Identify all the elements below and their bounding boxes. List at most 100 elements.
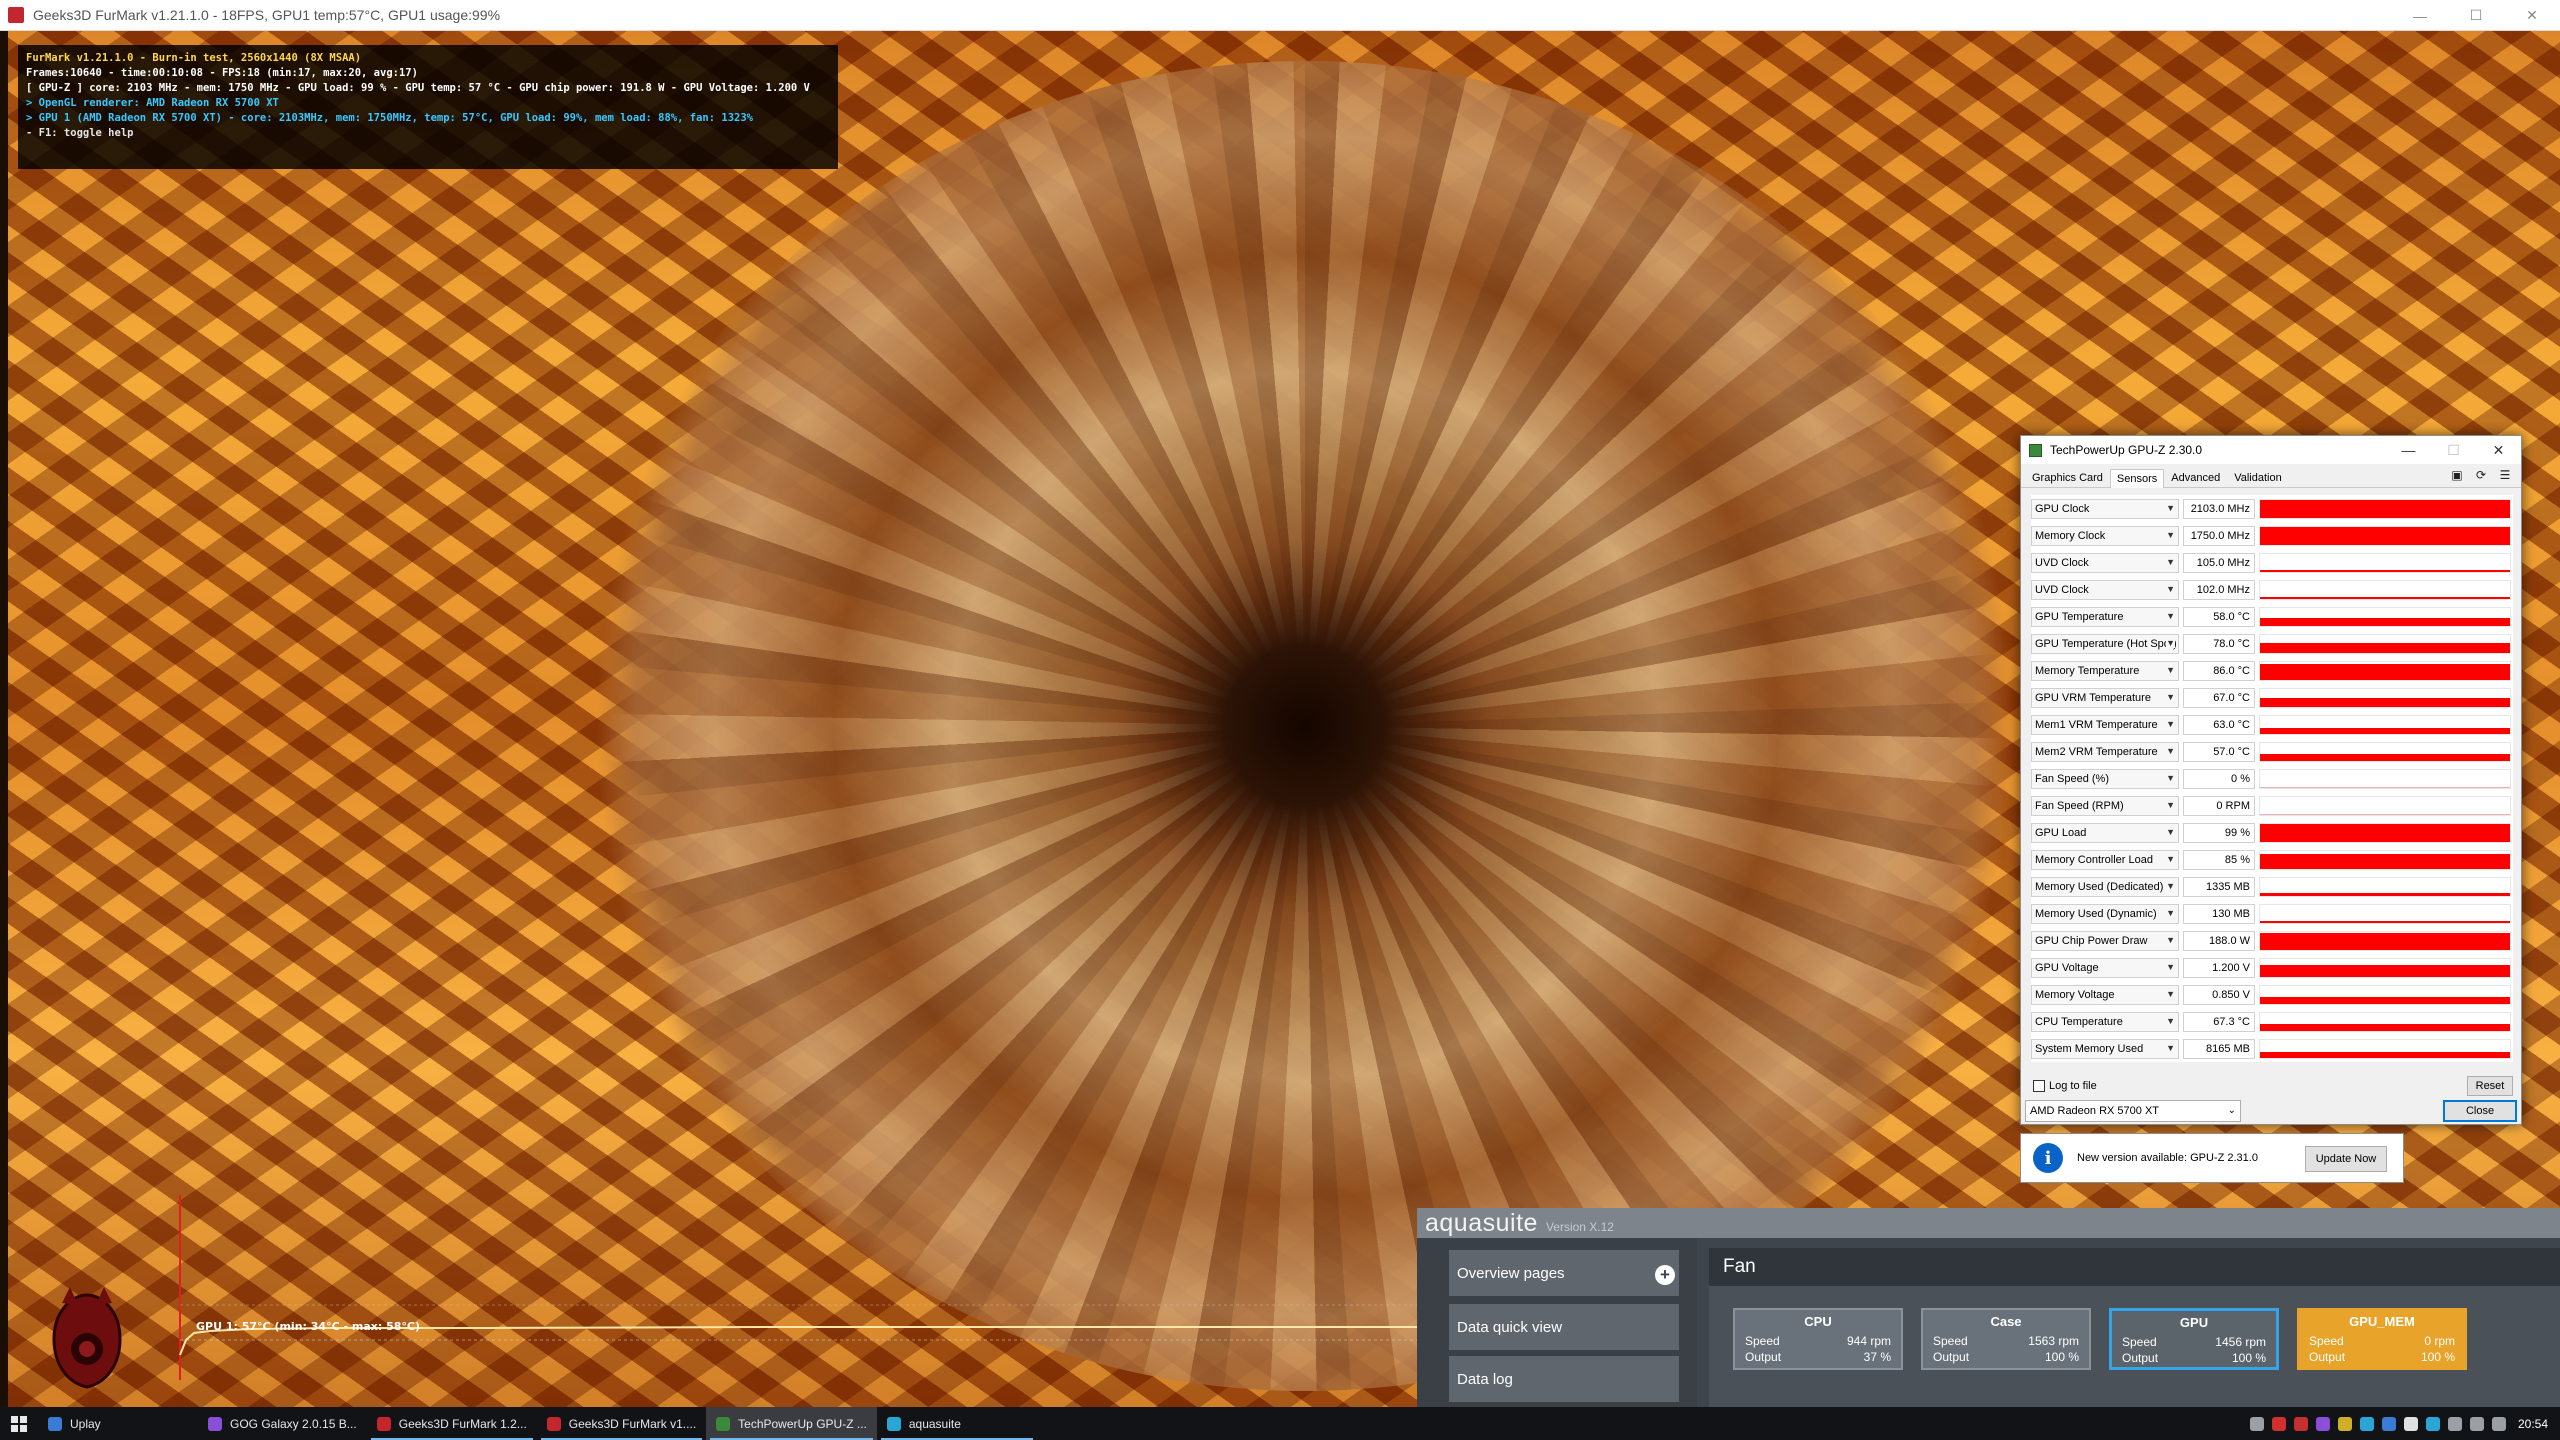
sensor-graph-fill xyxy=(2260,664,2510,680)
aquasuite-main-panel: Fan CPU Speed 944 rpm Output 37 % Case Speed 15… xyxy=(1709,1248,2560,1407)
sensor-name-select[interactable]: Fan Speed (RPM) ▼ xyxy=(2031,795,2179,816)
close-button[interactable]: Close xyxy=(2443,1100,2517,1122)
sensor-value: 0 RPM xyxy=(2183,795,2255,816)
taskbar-item[interactable]: Geeks3D FurMark 1.2... xyxy=(367,1407,537,1440)
tray-app-icon[interactable] xyxy=(2425,1416,2440,1431)
gpu-card-select[interactable]: AMD Radeon RX 5700 XT ⌄ xyxy=(2025,1100,2241,1122)
taskbar-item[interactable]: Geeks3D FurMark v1.... xyxy=(537,1407,706,1440)
tray-app-icon[interactable] xyxy=(2337,1416,2352,1431)
sensor-name-select[interactable]: CPU Temperature ▼ xyxy=(2031,1011,2179,1032)
fan-speed: 944 rpm xyxy=(1846,1334,1891,1348)
chevron-down-icon: ▼ xyxy=(2166,583,2175,594)
sensor-name: Memory Controller Load xyxy=(2035,853,2153,866)
tab-validation[interactable]: Validation xyxy=(2227,468,2289,487)
tray-app-icon[interactable] xyxy=(2249,1416,2264,1431)
sensor-name-select[interactable]: GPU Temperature (Hot Spot) ▼ xyxy=(2031,633,2179,654)
sensor-row: Fan Speed (%) ▼ 0 % xyxy=(2031,765,2513,792)
sensor-row: GPU Load ▼ 99 % xyxy=(2031,819,2513,846)
update-now-button[interactable]: Update Now xyxy=(2305,1146,2387,1172)
maximize-icon[interactable]: ☐ xyxy=(2431,436,2476,464)
sensor-name-select[interactable]: UVD Clock ▼ xyxy=(2031,552,2179,573)
close-icon[interactable]: ✕ xyxy=(2476,436,2521,464)
fan-name: GPU_MEM xyxy=(2349,1314,2415,1329)
sensor-graph-fill xyxy=(2260,642,2510,653)
osd-line: FurMark v1.21.1.0 - Burn-in test, 2560x1… xyxy=(26,52,362,64)
nav-data-quick-view[interactable]: Data quick view xyxy=(1449,1304,1679,1350)
chevron-down-icon: ▼ xyxy=(2166,1015,2175,1026)
tray-app-icon[interactable] xyxy=(2491,1416,2506,1431)
sensor-value: 57.0 °C xyxy=(2183,741,2255,762)
sensor-name-select[interactable]: Memory Used (Dynamic) ▼ xyxy=(2031,903,2179,924)
reset-button[interactable]: Reset xyxy=(2467,1076,2513,1096)
sensor-name-select[interactable]: GPU VRM Temperature ▼ xyxy=(2031,687,2179,708)
app-icon xyxy=(208,1416,222,1431)
sensor-name-select[interactable]: Memory Clock ▼ xyxy=(2031,525,2179,546)
sensor-name-select[interactable]: GPU Voltage ▼ xyxy=(2031,957,2179,978)
sensor-name-select[interactable]: Fan Speed (%) ▼ xyxy=(2031,768,2179,789)
sensor-name-select[interactable]: UVD Clock ▼ xyxy=(2031,579,2179,600)
tab-sensors[interactable]: Sensors xyxy=(2109,469,2165,488)
chevron-down-icon: ▼ xyxy=(2166,934,2175,945)
start-button[interactable] xyxy=(0,1407,38,1440)
tray-app-icon[interactable] xyxy=(2271,1416,2286,1431)
log-to-file-checkbox[interactable] xyxy=(2033,1080,2045,1092)
output-label: Output xyxy=(1745,1350,1782,1364)
sensor-row: Memory Clock ▼ 1750.0 MHz xyxy=(2031,522,2513,549)
sensor-name-select[interactable]: GPU Chip Power Draw ▼ xyxy=(2031,930,2179,951)
minimize-icon[interactable]: — xyxy=(2392,0,2448,31)
tab-advanced[interactable]: Advanced xyxy=(2164,468,2227,487)
fan-card-gpu[interactable]: GPU Speed 1456 rpm Output 100 % xyxy=(2109,1308,2279,1370)
tab-graphics-card[interactable]: Graphics Card xyxy=(2025,468,2110,487)
tray-app-icon[interactable] xyxy=(2381,1416,2396,1431)
sensor-name-select[interactable]: Memory Controller Load ▼ xyxy=(2031,849,2179,870)
aquasuite-window: aquasuite Version X.12 Overview pages + … xyxy=(1417,1208,2560,1407)
sensor-value: 1.200 V xyxy=(2183,957,2255,978)
tray-app-icon[interactable] xyxy=(2447,1416,2462,1431)
sensor-name-select[interactable]: Memory Used (Dedicated) ▼ xyxy=(2031,876,2179,897)
camera-icon[interactable]: ▣ xyxy=(2449,468,2465,482)
gpu-card-select-value: AMD Radeon RX 5700 XT xyxy=(2030,1105,2160,1117)
sensor-name-select[interactable]: Memory Temperature ▼ xyxy=(2031,660,2179,681)
tray-app-icon[interactable] xyxy=(2293,1416,2308,1431)
sensor-name-select[interactable]: GPU Load ▼ xyxy=(2031,822,2179,843)
fur-donut-render xyxy=(580,61,2030,1391)
fan-speed: 1563 rpm xyxy=(2028,1334,2079,1348)
sensor-name-select[interactable]: Mem1 VRM Temperature ▼ xyxy=(2031,714,2179,735)
clock[interactable]: 20:54 xyxy=(2518,1417,2548,1431)
taskbar-item[interactable]: TechPowerUp GPU-Z ... xyxy=(706,1407,877,1440)
nav-data-log[interactable]: Data log xyxy=(1449,1356,1679,1402)
add-icon[interactable]: + xyxy=(1655,1265,1675,1285)
sensor-name-select[interactable]: Memory Voltage ▼ xyxy=(2031,984,2179,1005)
tray-app-icon[interactable] xyxy=(2315,1416,2330,1431)
sensor-name-select[interactable]: GPU Temperature ▼ xyxy=(2031,606,2179,627)
nav-overview-pages[interactable]: Overview pages + xyxy=(1449,1250,1679,1296)
sensor-graph-fill xyxy=(2260,1024,2510,1031)
tray-app-icon[interactable] xyxy=(2469,1416,2484,1431)
sensor-name: Mem1 VRM Temperature xyxy=(2035,718,2158,731)
sensor-graph xyxy=(2259,768,2511,789)
maximize-icon[interactable]: ☐ xyxy=(2448,0,2504,31)
sensor-row: Memory Used (Dedicated) ▼ 1335 MB xyxy=(2031,873,2513,900)
chevron-down-icon: ▼ xyxy=(2166,880,2175,891)
taskbar-item[interactable]: GOG Galaxy 2.0.15 B... xyxy=(198,1407,367,1440)
sensor-name-select[interactable]: Mem2 VRM Temperature ▼ xyxy=(2031,741,2179,762)
gpuz-sensor-list: GPU Clock ▼ 2103.0 MHz Memory Clock ▼ 1750.0 … xyxy=(2031,495,2513,1062)
taskbar-item[interactable]: Uplay xyxy=(38,1407,198,1440)
sensor-graph xyxy=(2259,822,2511,843)
fan-card-cpu[interactable]: CPU Speed 944 rpm Output 37 % xyxy=(1733,1308,1903,1370)
sensor-name-select[interactable]: System Memory Used ▼ xyxy=(2031,1038,2179,1059)
app-icon xyxy=(546,1416,561,1431)
sensor-name-select[interactable]: GPU Clock ▼ xyxy=(2031,498,2179,519)
tray-app-icon[interactable] xyxy=(2359,1416,2374,1431)
aquasuite-header: aquasuite Version X.12 xyxy=(1417,1208,2560,1238)
fan-card-gpu-mem[interactable]: GPU_MEM Speed 0 rpm Output 100 % xyxy=(2297,1308,2467,1370)
taskbar-item[interactable]: aquasuite xyxy=(877,1407,1037,1440)
menu-icon[interactable]: ☰ xyxy=(2497,468,2513,482)
osd-line: [ GPU-Z ] core: 2103 MHz - mem: 1750 MHz… xyxy=(26,82,810,94)
minimize-icon[interactable]: — xyxy=(2386,436,2431,464)
close-icon[interactable]: ✕ xyxy=(2504,0,2560,31)
tray-app-icon[interactable] xyxy=(2403,1416,2418,1431)
fan-card-case[interactable]: Case Speed 1563 rpm Output 100 % xyxy=(1921,1308,2091,1370)
gpuz-app-icon xyxy=(2029,443,2042,457)
refresh-icon[interactable]: ⟳ xyxy=(2473,468,2489,482)
